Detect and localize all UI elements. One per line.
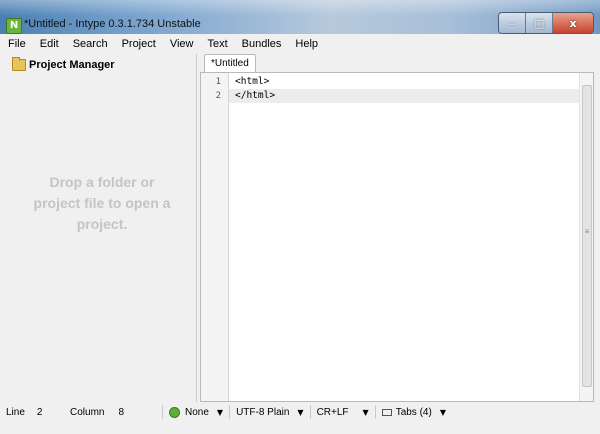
menu-file[interactable]: File xyxy=(6,38,34,50)
window-controls: – □ x xyxy=(498,12,594,34)
status-column: Column 8 xyxy=(70,407,156,418)
encoding-value: UTF-8 Plain xyxy=(236,406,290,418)
encoding-selector[interactable]: UTF-8 Plain ▼ xyxy=(236,407,304,418)
close-button[interactable]: x xyxy=(553,13,593,33)
intype-app-icon[interactable]: N xyxy=(6,18,22,34)
code-editor[interactable]: 1 2 <html> </html> ≡ xyxy=(200,72,594,402)
menu-project[interactable]: Project xyxy=(116,38,164,50)
minimize-button[interactable]: – xyxy=(499,13,526,33)
app-window: N *Untitled - Intype 0.3.1.734 Unstable … xyxy=(0,0,600,434)
status-column-value: 8 xyxy=(118,406,125,418)
project-manager-panel[interactable]: Project Manager Drop a folder or project… xyxy=(6,54,197,402)
maximize-icon: □ xyxy=(533,16,545,30)
status-bar: Line 2 Column 8 None ▼ UTF-8 Plain ▼ CR+… xyxy=(6,404,594,420)
status-separator xyxy=(162,405,163,419)
project-manager-header: Project Manager xyxy=(6,56,196,74)
line-number: 1 xyxy=(215,77,221,87)
line-number-gutter: 1 2 xyxy=(201,73,229,401)
drop-hint-line-3: project. xyxy=(76,216,128,232)
maximize-button[interactable]: □ xyxy=(526,13,553,33)
scrollbar-grip-icon: ≡ xyxy=(584,227,590,236)
chevron-down-icon: ▼ xyxy=(216,407,224,417)
close-icon: x xyxy=(569,16,577,30)
folder-icon xyxy=(12,57,26,71)
minimize-icon: – xyxy=(509,16,515,30)
syntax-selector[interactable]: None ▼ xyxy=(169,406,224,418)
scrollbar-thumb[interactable]: ≡ xyxy=(582,85,592,387)
chevron-down-icon: ▼ xyxy=(439,407,446,417)
line-number: 2 xyxy=(215,91,221,101)
chevron-down-icon: ▼ xyxy=(297,407,304,417)
line-endings-value: CR+LF xyxy=(316,406,349,418)
drop-hint: Drop a folder or project file to open a … xyxy=(14,172,190,235)
syntax-status-icon xyxy=(169,406,180,418)
project-manager-title: Project Manager xyxy=(29,59,115,71)
menu-text[interactable]: Text xyxy=(201,38,235,50)
status-separator xyxy=(309,405,311,419)
drop-hint-line-2: project file to open a xyxy=(33,195,171,211)
editor-tab-strip: *Untitled xyxy=(200,52,594,73)
line-endings-selector[interactable]: CR+LF ▼ xyxy=(317,407,369,418)
chevron-down-icon: ▼ xyxy=(362,407,369,417)
code-line[interactable]: <html> xyxy=(229,75,579,89)
status-line-label: Line xyxy=(6,406,25,418)
menu-edit[interactable]: Edit xyxy=(34,38,67,50)
menu-bar: File Edit Search Project View Text Bundl… xyxy=(6,36,596,52)
tabs-value: Tabs (4) xyxy=(395,406,432,418)
title-bar[interactable]: N *Untitled - Intype 0.3.1.734 Unstable … xyxy=(0,0,600,34)
menu-view[interactable]: View xyxy=(164,38,202,50)
window-title: *Untitled - Intype 0.3.1.734 Unstable xyxy=(24,18,201,30)
status-column-label: Column xyxy=(70,406,105,418)
tabs-selector[interactable]: Tabs (4) ▼ xyxy=(381,406,446,418)
tab-untitled[interactable]: *Untitled xyxy=(204,54,256,73)
menu-search[interactable]: Search xyxy=(67,38,116,50)
vertical-scrollbar[interactable]: ≡ xyxy=(579,73,593,401)
syntax-value: None xyxy=(185,406,209,418)
status-line: Line 2 xyxy=(6,407,70,418)
status-separator xyxy=(374,405,376,419)
menu-help[interactable]: Help xyxy=(289,38,326,50)
tab-width-icon xyxy=(381,408,392,416)
drop-hint-line-1: Drop a folder or xyxy=(49,174,155,190)
status-line-value: 2 xyxy=(36,406,43,418)
menu-bundles[interactable]: Bundles xyxy=(236,38,290,50)
status-separator xyxy=(229,405,231,419)
code-line-active[interactable]: </html> xyxy=(229,89,579,103)
